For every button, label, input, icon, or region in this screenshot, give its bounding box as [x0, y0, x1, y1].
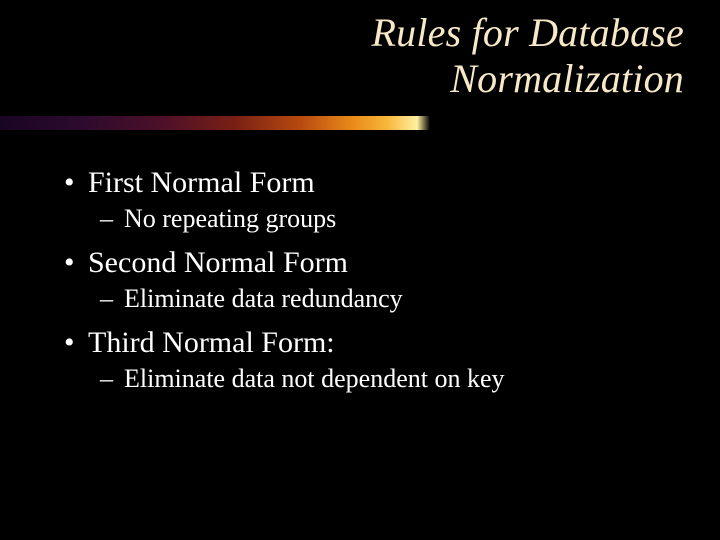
subbullet-label: Eliminate data not dependent on key	[124, 364, 505, 393]
bullet-level-1: •Third Normal Form:	[64, 326, 680, 360]
slide: Rules for Database Normalization •First …	[0, 0, 720, 540]
bullet-label: Second Normal Form	[88, 246, 348, 279]
bullet-label: First Normal Form	[88, 166, 315, 199]
subbullet-label: Eliminate data redundancy	[124, 284, 403, 313]
bullet-level-2: –Eliminate data redundancy	[100, 284, 680, 314]
accent-bar	[0, 116, 430, 130]
bullet-level-2: –Eliminate data not dependent on key	[100, 364, 680, 394]
bullet-level-2: –No repeating groups	[100, 204, 680, 234]
dash-icon: –	[100, 204, 124, 234]
bullet-icon: •	[64, 246, 88, 280]
slide-body: •First Normal Form –No repeating groups …	[64, 156, 680, 406]
dash-icon: –	[100, 284, 124, 314]
bullet-label: Third Normal Form:	[88, 326, 335, 359]
bullet-icon: •	[64, 166, 88, 200]
dash-icon: –	[100, 364, 124, 394]
title-line-2: Normalization	[450, 56, 684, 101]
bullet-level-1: •First Normal Form	[64, 166, 680, 200]
slide-title: Rules for Database Normalization	[372, 10, 684, 102]
bullet-icon: •	[64, 326, 88, 360]
title-line-1: Rules for Database	[372, 10, 684, 55]
subbullet-label: No repeating groups	[124, 204, 336, 233]
bullet-level-1: •Second Normal Form	[64, 246, 680, 280]
